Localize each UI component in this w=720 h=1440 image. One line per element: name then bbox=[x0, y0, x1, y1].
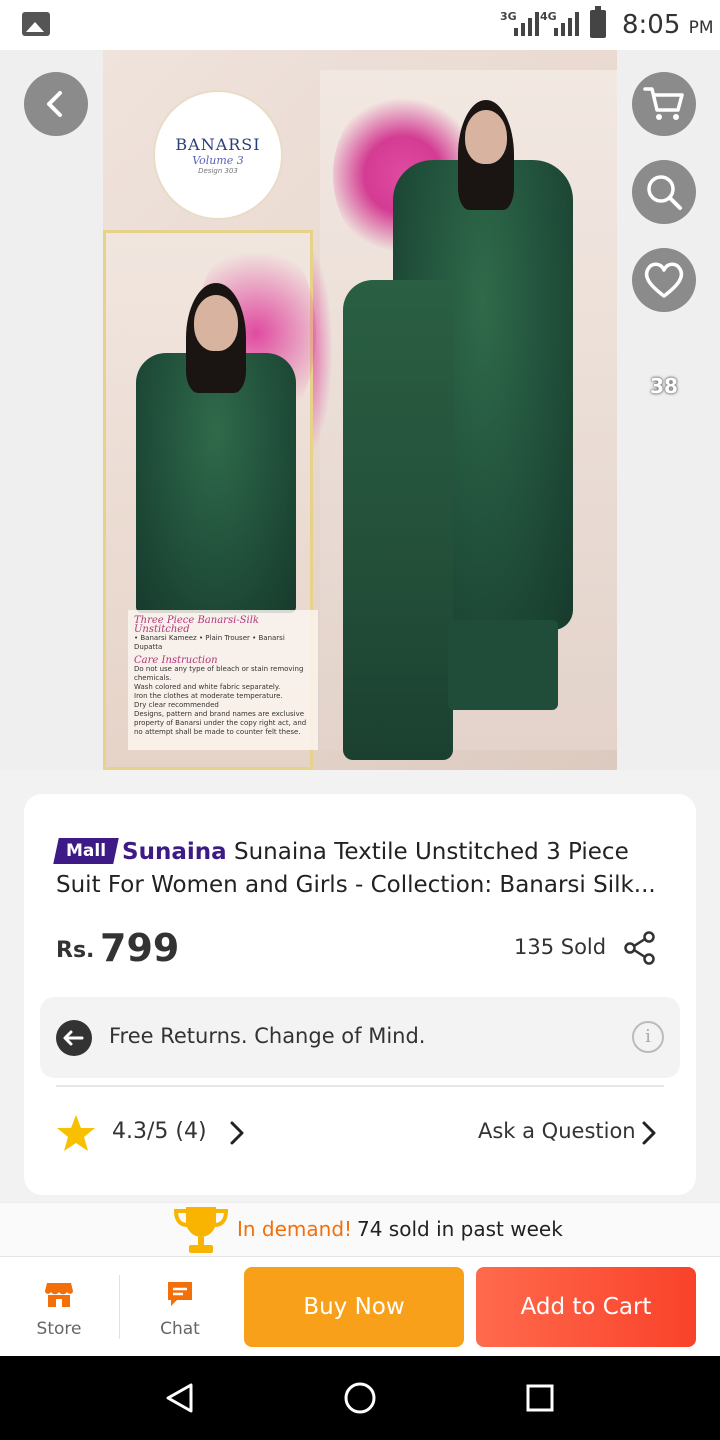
chevron-right-icon[interactable] bbox=[226, 1120, 248, 1146]
care-line: Wash colored and white fabric separately… bbox=[134, 683, 281, 691]
back-arrow-icon bbox=[47, 91, 62, 117]
price-value: 799 bbox=[100, 926, 180, 970]
store-tab[interactable]: Store bbox=[9, 1279, 109, 1339]
price-currency: Rs. bbox=[56, 938, 95, 963]
trophy-icon bbox=[173, 1207, 229, 1253]
care-line: Iron the clothes at moderate temperature… bbox=[134, 692, 283, 700]
care-instruction-box: Three Piece Banarsi-Silk Unstitched • Ba… bbox=[128, 610, 318, 750]
in-demand-label: In demand! bbox=[237, 1217, 353, 1241]
star-icon bbox=[57, 1115, 95, 1151]
rating-value: 4.3/5 bbox=[112, 1119, 169, 1144]
status-bar: 3G 4G 8:05 PM bbox=[0, 0, 720, 50]
cart-icon bbox=[643, 87, 684, 120]
buy-now-button[interactable]: Buy Now bbox=[244, 1267, 464, 1347]
share-icon[interactable] bbox=[622, 930, 658, 966]
battery-icon bbox=[590, 6, 606, 38]
info-icon[interactable]: i bbox=[632, 1021, 664, 1053]
return-icon bbox=[56, 1020, 92, 1056]
add-to-cart-button[interactable]: Add to Cart bbox=[476, 1267, 696, 1347]
sold-past-week: 74 sold in past week bbox=[357, 1217, 563, 1241]
store-name[interactable]: Sunaina bbox=[122, 839, 227, 865]
free-returns-row[interactable]: Free Returns. Change of Mind. i bbox=[40, 997, 680, 1078]
signal-bars-1-icon bbox=[514, 12, 539, 36]
care-line: Designs, pattern and brand names are exc… bbox=[134, 710, 307, 736]
store-icon bbox=[45, 1283, 73, 1307]
logo-volume: Volume 3 bbox=[192, 154, 244, 167]
in-demand-banner: In demand! 74 sold in past week bbox=[0, 1202, 720, 1256]
system-navigation-bar bbox=[0, 1356, 720, 1440]
care-line: Dry clear recommended bbox=[134, 701, 219, 709]
care-line: Do not use any type of bleach or stain r… bbox=[134, 665, 304, 682]
banarsi-logo: BANARSI Volume 3 Design 303 bbox=[153, 90, 283, 220]
chat-icon bbox=[168, 1282, 192, 1306]
signal-bars-2-icon bbox=[554, 12, 579, 36]
product-title-block: Mall Sunaina Sunaina Textile Unstitched 3… bbox=[53, 836, 676, 902]
product-image-gallery[interactable]: BANARSI Volume 3 Design 303 Three Piece … bbox=[0, 50, 720, 770]
nav-home-icon[interactable] bbox=[342, 1380, 378, 1416]
care-title: Care Instruction bbox=[134, 655, 218, 666]
clock: 8:05 PM bbox=[622, 10, 714, 40]
mall-badge: Mall bbox=[53, 838, 119, 864]
rating-count: (4) bbox=[175, 1119, 207, 1144]
cart-button[interactable] bbox=[632, 72, 696, 136]
chat-tab[interactable]: Chat bbox=[130, 1279, 230, 1339]
logo-brand: BANARSI bbox=[175, 135, 261, 154]
clock-ampm: PM bbox=[688, 18, 714, 38]
model-secondary bbox=[136, 283, 296, 613]
search-icon bbox=[647, 175, 682, 210]
wishlist-count: 38 bbox=[650, 374, 678, 398]
search-button[interactable] bbox=[632, 160, 696, 224]
nav-back-icon[interactable] bbox=[164, 1382, 196, 1414]
divider bbox=[119, 1275, 120, 1339]
free-returns-label: Free Returns. Change of Mind. bbox=[109, 1024, 426, 1048]
gallery-notification-icon bbox=[22, 12, 50, 36]
product-photo[interactable]: BANARSI Volume 3 Design 303 Three Piece … bbox=[103, 50, 617, 770]
nav-recents-icon[interactable] bbox=[525, 1383, 555, 1413]
sold-count: 135 Sold bbox=[514, 935, 607, 959]
dupatta-shawl bbox=[343, 280, 453, 760]
heart-icon bbox=[644, 262, 684, 298]
divider bbox=[56, 1085, 664, 1087]
chat-label: Chat bbox=[160, 1319, 200, 1339]
model-trousers bbox=[448, 620, 558, 710]
back-button[interactable] bbox=[24, 72, 88, 136]
ask-question-link[interactable]: Ask a Question bbox=[478, 1119, 636, 1143]
clock-time: 8:05 bbox=[622, 10, 681, 40]
wishlist-button[interactable] bbox=[632, 248, 696, 312]
caption-items: • Banarsi Kameez • Plain Trouser • Banar… bbox=[134, 634, 285, 651]
chevron-right-icon[interactable] bbox=[638, 1120, 660, 1146]
rating-summary[interactable]: 4.3/5 (4) bbox=[112, 1119, 207, 1144]
logo-design: Design 303 bbox=[198, 167, 238, 175]
store-label: Store bbox=[36, 1319, 82, 1339]
bottom-action-bar: Store Chat Buy Now Add to Cart bbox=[0, 1256, 720, 1356]
product-info-card: Mall Sunaina Sunaina Textile Unstitched 3… bbox=[24, 794, 696, 1195]
caption-title: Three Piece Banarsi-Silk Unstitched bbox=[134, 615, 259, 635]
